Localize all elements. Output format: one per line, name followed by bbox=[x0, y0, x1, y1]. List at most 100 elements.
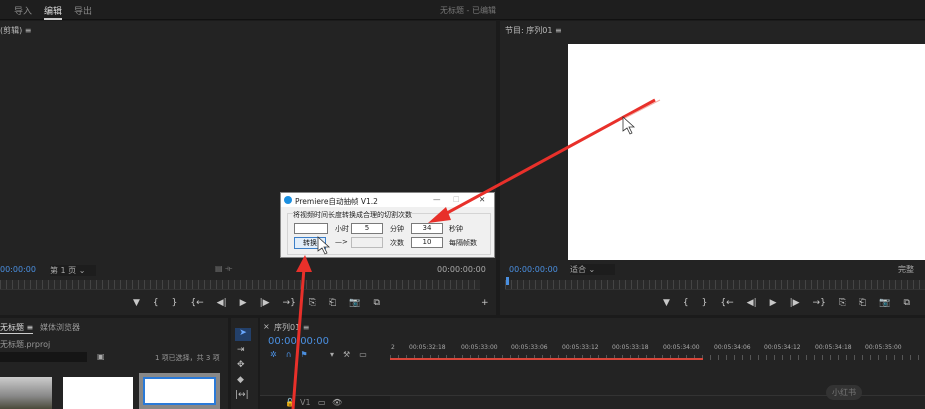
count-output bbox=[351, 237, 383, 248]
clip-thumbnail-selected[interactable] bbox=[139, 373, 220, 409]
work-area-bar[interactable] bbox=[390, 358, 703, 360]
overwrite-icon[interactable]: ⎗ bbox=[329, 298, 336, 308]
group-label: 将视频时间长度转换成合理的切割次数 bbox=[293, 210, 412, 220]
program-ruler[interactable] bbox=[505, 280, 925, 290]
lock-icon[interactable]: 🔓 bbox=[285, 398, 295, 407]
lift-icon[interactable]: ⎘ bbox=[839, 298, 846, 308]
go-to-out-icon[interactable]: →} bbox=[813, 298, 826, 308]
ruler-label: 00:05:33:00 bbox=[461, 344, 498, 351]
source-ruler[interactable] bbox=[0, 280, 480, 290]
arrow-label: —> bbox=[335, 238, 348, 246]
play-icon[interactable]: ▶ bbox=[240, 298, 247, 308]
timeline-timecode[interactable]: 00:00:00:00 bbox=[268, 336, 329, 347]
add-button[interactable]: + bbox=[481, 298, 489, 308]
playhead[interactable] bbox=[506, 277, 509, 285]
extract-icon[interactable]: ⎗ bbox=[859, 298, 866, 308]
tools-panel: ➤ ⇥ ✥ ◆ |↔| bbox=[231, 318, 258, 409]
slip-tool-icon[interactable]: |↔| bbox=[235, 390, 249, 400]
track-header-v1: 🔓 V1 ▭ 👁 bbox=[260, 395, 390, 409]
new-bin-icon[interactable]: ▣ bbox=[97, 352, 105, 361]
program-video-frame bbox=[568, 44, 925, 260]
dialog-titlebar[interactable]: Premiere自动抽帧 V1.2 — ☐ ✕ bbox=[281, 193, 494, 207]
step-forward-icon[interactable]: |▶ bbox=[260, 298, 270, 308]
eye-icon[interactable]: 👁 bbox=[332, 398, 342, 407]
convert-button[interactable]: 转换 bbox=[294, 237, 326, 249]
ruler-label: 00:05:33:06 bbox=[511, 344, 548, 351]
step-forward-icon[interactable]: |▶ bbox=[790, 298, 800, 308]
mark-in-icon[interactable]: { bbox=[153, 298, 159, 308]
selection-status: 1 项已选择，共 3 项 bbox=[155, 353, 220, 363]
program-monitor: 节目: 序列01 ≡ 00:00:00:00 适合 ⌄ 完整 ▼ { } {← … bbox=[500, 21, 925, 315]
mark-out-icon[interactable]: } bbox=[172, 298, 178, 308]
ruler-label: 00:05:34:00 bbox=[663, 344, 700, 351]
seconds-input[interactable]: 34 bbox=[411, 223, 443, 234]
page-select[interactable]: 第 1 页 ⌄ bbox=[50, 265, 96, 276]
button-editor-icon[interactable]: ⧉ bbox=[373, 298, 379, 308]
auto-frame-dialog: Premiere自动抽帧 V1.2 — ☐ ✕ 将视频时间长度转换成合理的切割次… bbox=[280, 192, 495, 258]
ripple-edit-tool-icon[interactable]: ✥ bbox=[237, 360, 245, 370]
comparison-icon[interactable]: ⧉ bbox=[903, 298, 909, 308]
track-select-tool-icon[interactable]: ⇥ bbox=[237, 345, 245, 355]
timeline-settings-icons[interactable]: ▾⚒▭ bbox=[330, 350, 376, 359]
hours-label: 小时 bbox=[335, 224, 349, 234]
settings-icon[interactable]: ▤ ⟛ bbox=[215, 264, 232, 274]
mark-in-icon[interactable]: { bbox=[683, 298, 689, 308]
close-sequence-icon[interactable]: × bbox=[263, 322, 270, 331]
watermark: 小红书 bbox=[826, 385, 862, 400]
ruler-label: 00:05:33:18 bbox=[612, 344, 649, 351]
minutes-input[interactable]: 5 bbox=[351, 223, 383, 234]
step-back-icon[interactable]: ◀| bbox=[217, 298, 227, 308]
dialog-title: Premiere自动抽帧 V1.2 bbox=[295, 197, 378, 206]
play-icon[interactable]: ▶ bbox=[770, 298, 777, 308]
quality-select[interactable]: 完整 bbox=[898, 264, 914, 275]
ruler-label: 00:05:35:00 bbox=[865, 344, 902, 351]
go-to-out-icon[interactable]: →} bbox=[283, 298, 296, 308]
tab-export[interactable]: 导出 bbox=[74, 4, 92, 17]
tab-import[interactable]: 导入 bbox=[14, 4, 32, 17]
program-timecode[interactable]: 00:00:00:00 bbox=[509, 265, 558, 274]
project-file-name: 无标题.prproj bbox=[0, 339, 50, 350]
search-input[interactable] bbox=[0, 352, 87, 362]
source-monitor: (剪辑) ≡ 00:00:00 第 1 页 ⌄ ▤ ⟛ 00:00:00:00 … bbox=[0, 21, 496, 315]
ruler-label: 2 bbox=[391, 344, 395, 351]
interval-input[interactable]: 10 bbox=[411, 237, 443, 248]
program-panel-title[interactable]: 节目: 序列01 ≡ bbox=[505, 25, 562, 36]
step-back-icon[interactable]: ◀| bbox=[747, 298, 757, 308]
zoom-label: 适合 bbox=[570, 265, 586, 274]
mark-out-icon[interactable]: } bbox=[702, 298, 708, 308]
export-frame-icon[interactable]: 📷 bbox=[879, 298, 890, 308]
close-button[interactable]: ✕ bbox=[479, 195, 485, 204]
top-bar: 导入 编辑 导出 无标题 - 已编辑 bbox=[0, 0, 925, 20]
selection-tool-icon[interactable]: ➤ bbox=[235, 328, 251, 341]
ruler-label: 00:05:33:12 bbox=[562, 344, 599, 351]
minimize-button[interactable]: — bbox=[433, 195, 441, 204]
tab-project[interactable]: 无标题 ≡ bbox=[0, 322, 33, 334]
seconds-label: 秒钟 bbox=[449, 224, 463, 234]
tab-media-browser[interactable]: 媒体浏览器 bbox=[40, 322, 80, 333]
clip-thumbnail-white[interactable] bbox=[63, 377, 133, 409]
razor-tool-icon[interactable]: ◆ bbox=[237, 375, 244, 385]
source-panel-title[interactable]: (剪辑) ≡ bbox=[0, 25, 32, 36]
zoom-select[interactable]: 适合 ⌄ bbox=[570, 264, 615, 275]
source-transport: ▼ { } {← ◀| ▶ |▶ →} ⎘ ⎗ 📷 ⧉ bbox=[133, 298, 380, 308]
maximize-button[interactable]: ☐ bbox=[453, 195, 460, 204]
export-frame-icon[interactable]: 📷 bbox=[349, 298, 360, 308]
ruler-label: 00:05:32:18 bbox=[409, 344, 446, 351]
tab-edit[interactable]: 编辑 bbox=[44, 4, 62, 17]
clip-thumbnail-landscape[interactable] bbox=[0, 377, 52, 409]
timeline-title[interactable]: 序列01 ≡ bbox=[274, 322, 309, 333]
ruler-label: 00:05:34:06 bbox=[714, 344, 751, 351]
go-to-in-icon[interactable]: {← bbox=[190, 298, 203, 308]
program-transport: ▼ { } {← ◀| ▶ |▶ →} ⎘ ⎗ 📷 ⧉ bbox=[663, 298, 910, 308]
ruler-label: 00:05:34:12 bbox=[764, 344, 801, 351]
sync-icon[interactable]: ▭ bbox=[318, 398, 326, 407]
marker-icon[interactable]: ▼ bbox=[663, 298, 670, 308]
timeline-tool-icons[interactable]: ✲∩⚑ bbox=[270, 350, 317, 359]
marker-icon[interactable]: ▼ bbox=[133, 298, 140, 308]
track-label[interactable]: V1 bbox=[300, 398, 311, 407]
go-to-in-icon[interactable]: {← bbox=[720, 298, 733, 308]
source-duration: 00:00:00:00 bbox=[437, 265, 486, 274]
hours-input[interactable] bbox=[294, 223, 328, 234]
insert-icon[interactable]: ⎘ bbox=[309, 298, 316, 308]
source-timecode[interactable]: 00:00:00 bbox=[0, 265, 36, 274]
